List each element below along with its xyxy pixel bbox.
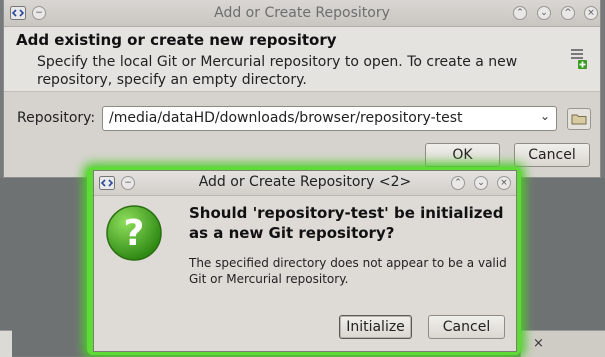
repository-value: /media/dataHD/downloads/browser/reposito… <box>109 110 463 126</box>
back-window: − Add or Create Repository ⌃ ⌄ ^ × Add e… <box>3 0 601 178</box>
dialog-question: Should 'repository-test' be initialized … <box>189 204 504 242</box>
close-button[interactable]: × <box>497 176 511 190</box>
minimize-button[interactable]: ⌄ <box>474 176 488 190</box>
window-title: Add or Create Repository <box>214 5 390 21</box>
svg-text:?: ? <box>124 213 145 254</box>
chevron-down-icon[interactable]: ⌄ <box>540 109 550 123</box>
cancel-button[interactable]: Cancel <box>514 143 590 167</box>
repository-combobox[interactable]: /media/dataHD/downloads/browser/reposito… <box>102 106 557 131</box>
folder-icon <box>571 114 587 125</box>
dialog-info: The specified directory does not appear … <box>189 256 507 286</box>
browse-button[interactable] <box>567 108 591 130</box>
cancel-button[interactable]: Cancel <box>428 315 505 339</box>
close-icon[interactable]: × <box>533 336 544 351</box>
ok-button[interactable]: OK <box>425 143 500 167</box>
titlebar: − Add or Create Repository ⌃ ⌄ ^ × <box>4 0 600 27</box>
dialog-titlebar: − Add or Create Repository <2> ⌃ ⌄ × <box>94 171 516 196</box>
confirm-dialog: − Add or Create Repository <2> ⌃ ⌄ × ? S… <box>93 170 517 352</box>
background-tab <box>0 330 12 357</box>
question-icon: ? <box>106 205 162 261</box>
initialize-button[interactable]: Initialize <box>339 315 412 339</box>
repository-label: Repository: <box>17 110 96 126</box>
header-title: Add existing or create new repository <box>16 31 337 49</box>
add-repository-icon <box>571 49 587 69</box>
maximize-button[interactable]: ^ <box>561 6 575 20</box>
minimize-button[interactable]: ⌄ <box>537 6 551 20</box>
close-button[interactable]: × <box>584 6 598 20</box>
keep-above-button[interactable]: ⌃ <box>513 6 527 20</box>
header-panel: Add existing or create new repository Sp… <box>4 27 600 92</box>
background-tab: × <box>520 330 605 357</box>
keep-above-button[interactable]: ⌃ <box>451 176 465 190</box>
header-description: Specify the local Git or Mercurial repos… <box>37 54 518 88</box>
